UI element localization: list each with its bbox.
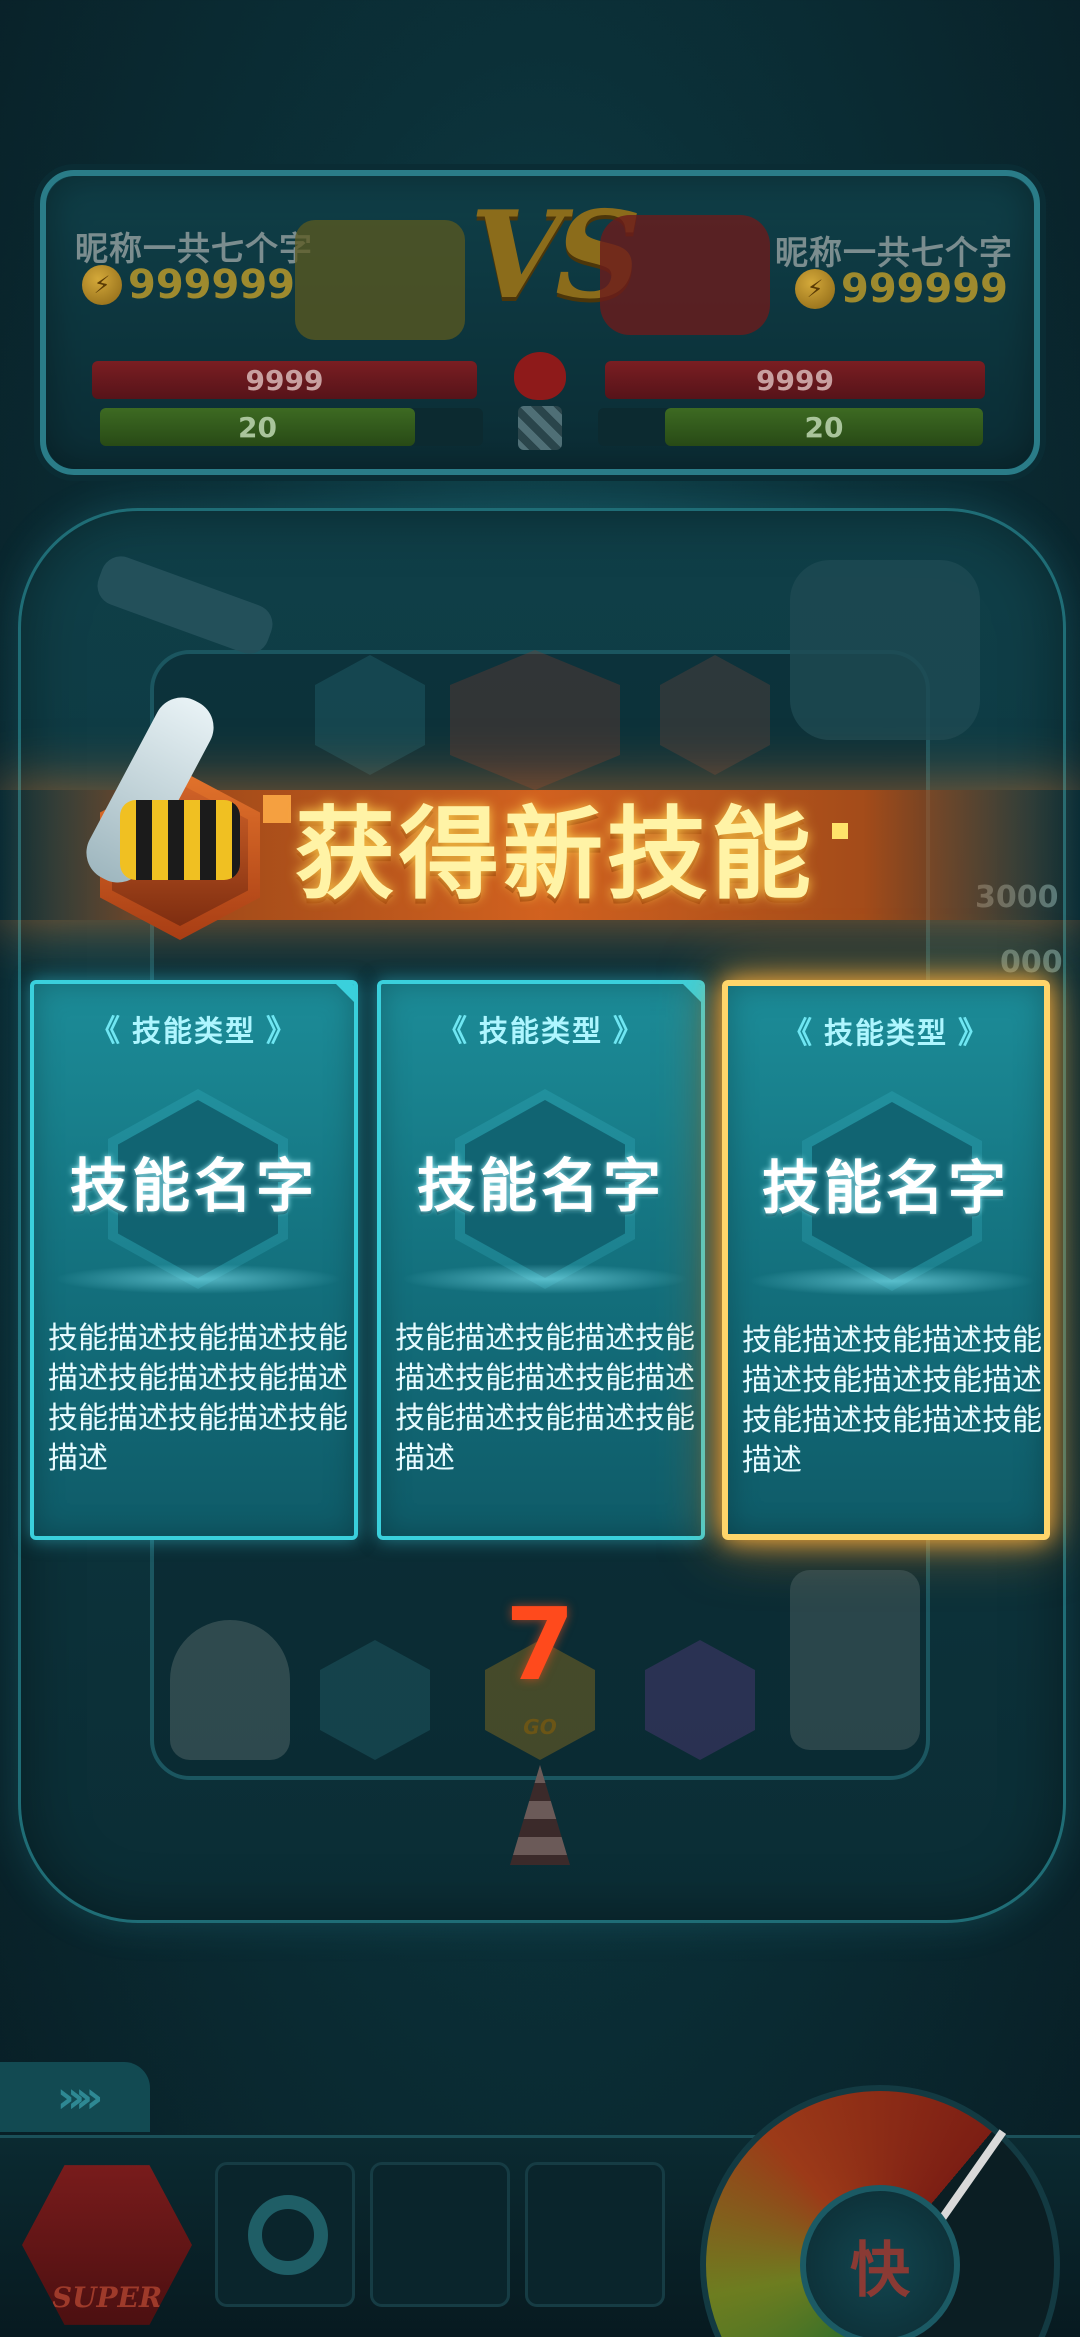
skill-glow-line: [54, 1264, 342, 1294]
chevron-right-icon: 》: [266, 1014, 298, 1049]
skill-glow-line: [748, 1266, 1036, 1296]
right-coins-value: 999999: [841, 266, 1008, 312]
countdown-timer: 7: [505, 1586, 575, 1703]
chevron-left-icon: 《: [781, 1016, 814, 1051]
right-player-coins: ⚡ 999999: [795, 266, 1008, 312]
lightning-coin-icon: ⚡: [795, 269, 835, 309]
card-corner-decor: [336, 984, 354, 1002]
skill-card-3[interactable]: 《技能类型》 技能名字 技能描述技能描述技能描述技能描述技能描述技能描述技能描述…: [722, 980, 1050, 1540]
chevron-left-icon: 《: [436, 1014, 469, 1049]
skill-type-text: 技能类型: [478, 1014, 603, 1048]
checkered-flag-icon: [518, 406, 562, 450]
skill-name: 技能名字: [761, 1154, 1010, 1222]
right-hp-bar: 9999: [605, 361, 985, 399]
left-hp-bar: 9999: [92, 361, 477, 399]
speed-button[interactable]: 快: [800, 2185, 960, 2337]
left-coins-value: 999999: [128, 262, 295, 308]
banner-spark-decor: [263, 795, 291, 823]
skill-type-label: 《技能类型》: [728, 1008, 1044, 1052]
satellite-dish-icon: [170, 1620, 290, 1760]
right-energy-value: 20: [804, 410, 844, 444]
tank-vehicle-icon: [295, 220, 465, 340]
banner-title: 获得新技能: [295, 796, 815, 913]
right-energy-bar: 20: [665, 408, 983, 446]
skill-card-1[interactable]: 《技能类型》 技能名字 技能描述技能描述技能描述技能描述技能描述技能描述技能描述…: [30, 980, 358, 1540]
go-label: GO: [523, 1715, 557, 1739]
skill-name: 技能名字: [416, 1152, 665, 1220]
card-corner-decor: [683, 984, 701, 1002]
skill-name: 技能名字: [69, 1152, 318, 1220]
left-player-coins: ⚡ 999999: [82, 262, 295, 308]
item-slot-3[interactable]: [525, 2162, 665, 2307]
super-label: SUPER: [51, 2281, 163, 2314]
chevron-right-icon: 》: [613, 1014, 645, 1049]
skill-type-label: 《技能类型》: [381, 1006, 701, 1050]
chevron-right-icon: 》: [958, 1016, 990, 1051]
skill-glow-line: [401, 1264, 689, 1294]
speed-label: 快: [850, 2235, 910, 2306]
skill-description: 技能描述技能描述技能描述技能描述技能描述技能描述技能描述技能描述: [48, 1321, 348, 1476]
left-hp-value: 9999: [245, 363, 324, 397]
left-energy-bar: 20: [100, 408, 415, 446]
heart-icon: [514, 352, 566, 400]
crane-machine-decor-icon: [790, 560, 980, 740]
item-slot-2[interactable]: [370, 2162, 510, 2307]
skill-card-2[interactable]: 《技能类型》 技能名字 技能描述技能描述技能描述技能描述技能描述技能描述技能描述…: [377, 980, 705, 1540]
skill-type-text: 技能类型: [131, 1014, 256, 1048]
monster-truck-vehicle-icon: [600, 215, 770, 335]
left-energy-value: 20: [238, 410, 277, 444]
expand-arrow-button[interactable]: »»: [0, 2062, 150, 2132]
robot-arm-base-icon: [120, 800, 240, 880]
skill-type-text: 技能类型: [823, 1016, 948, 1050]
lightning-coin-icon: ⚡: [82, 265, 122, 305]
side-score: 000: [1000, 945, 1063, 980]
skill-description: 技能描述技能描述技能描述技能描述技能描述技能描述技能描述技能描述: [742, 1323, 1042, 1478]
skill-description: 技能描述技能描述技能描述技能描述技能描述技能描述技能描述技能描述: [395, 1321, 695, 1476]
vending-machine-icon: [790, 1570, 920, 1750]
item-slot-1[interactable]: [215, 2162, 355, 2307]
skill-type-label: 《技能类型》: [34, 1006, 354, 1050]
gear-part-icon: [248, 2195, 328, 2275]
right-hp-value: 9999: [756, 363, 834, 397]
chevron-left-icon: 《: [89, 1014, 122, 1049]
